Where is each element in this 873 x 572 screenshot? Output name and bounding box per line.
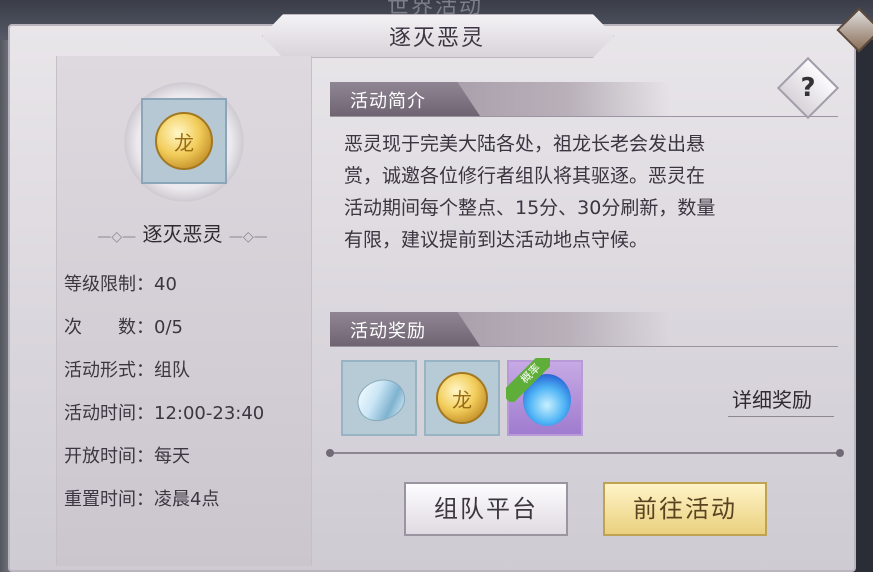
detail-link-underline <box>728 416 834 417</box>
silver-gem-icon <box>351 372 411 428</box>
detail-rewards-link[interactable]: 详细奖励 <box>732 384 812 413</box>
divider-dot-left <box>326 449 334 457</box>
go-activity-button[interactable]: 前往活动 <box>603 482 767 536</box>
info-mode: 活动形式：组队 <box>64 360 190 381</box>
dialog-title: 逐灭恶灵 <box>388 26 485 51</box>
team-platform-button[interactable]: 组队平台 <box>404 482 568 536</box>
help-icon[interactable]: ? <box>786 66 830 110</box>
info-reset-time: 重置时间：凌晨4点 <box>64 489 220 510</box>
reward-slot-1[interactable] <box>341 360 417 436</box>
info-open-time: 开放时间：每天 <box>64 446 190 467</box>
activity-description: 恶灵现于完美大陆各处，祖龙长老会发出悬 赏，诚邀各位修行者组队将其驱逐。恶灵在 … <box>344 133 716 251</box>
gold-coin-icon: 龙 <box>436 372 488 424</box>
intro-section-header: 活动简介 <box>330 82 670 117</box>
right-ornament-icon: —◇— <box>228 229 268 245</box>
button-divider <box>330 452 840 454</box>
intro-divider <box>330 116 838 117</box>
divider-dot-right <box>836 449 844 457</box>
left-ornament-icon: —◇— <box>97 229 137 245</box>
info-level-limit: 等级限制：40 <box>64 274 177 295</box>
activity-icon-box: 龙 <box>141 98 227 184</box>
probability-badge: 概率 <box>506 358 550 402</box>
rewards-divider <box>330 346 838 347</box>
info-times: 次 数：0/5 <box>64 317 183 338</box>
activity-name: —◇— 逐灭恶灵 —◇— <box>97 222 268 246</box>
dragon-coin-icon: 龙 <box>155 112 213 170</box>
info-activity-time: 活动时间：12:00-23:40 <box>64 403 265 424</box>
rewards-section-header: 活动奖励 <box>330 312 670 347</box>
reward-slot-2[interactable]: 龙 <box>424 360 500 436</box>
